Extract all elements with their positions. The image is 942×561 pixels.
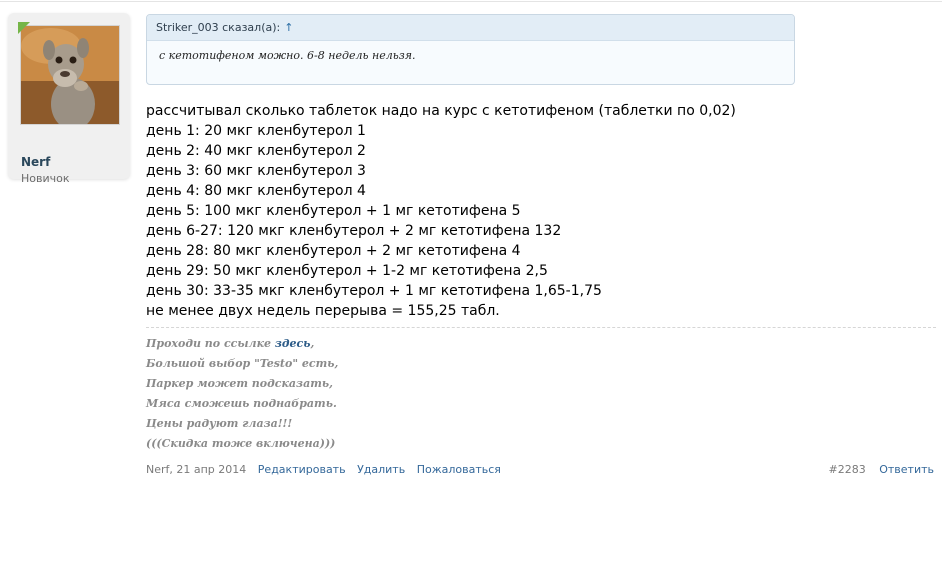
quote-block: Striker_003 сказал(а): ↑ с кетотифеном мо… xyxy=(146,14,795,85)
message-line: день 5: 100 мкг кленбутерол + 1 мг кетот… xyxy=(146,203,521,219)
message-line: не менее двух недель перерыва = 155,25 т… xyxy=(146,303,500,319)
signature-line: Проходи по ссылке здесь, xyxy=(146,334,338,354)
signature-text: Проходи по ссылке xyxy=(146,337,275,350)
quote-text: с кетотифеном можно. 6-8 недель нельзя. xyxy=(159,49,416,62)
delete-link[interactable]: Удалить xyxy=(357,463,405,476)
quote-header: Striker_003 сказал(а): ↑ xyxy=(147,15,794,41)
signature-divider xyxy=(146,327,936,328)
signature-text: , xyxy=(310,337,315,350)
signature-link[interactable]: здесь xyxy=(275,337,311,350)
footer-right: #2283 Ответить xyxy=(819,463,934,476)
message-line: день 6-27: 120 мкг кленбутерол + 2 мг ке… xyxy=(146,223,562,239)
signature-line: Большой выбор "Testo" есть, xyxy=(146,357,339,370)
reply-link[interactable]: Ответить xyxy=(879,463,934,476)
avatar-image xyxy=(21,26,119,124)
avatar[interactable] xyxy=(20,25,120,125)
signature-line: Мяса сможешь поднабрать. xyxy=(146,397,337,410)
report-link[interactable]: Пожаловаться xyxy=(417,463,501,476)
user-card: Nerf Новичок xyxy=(8,13,130,185)
message-line: день 28: 80 мкг кленбутерол + 2 мг кетот… xyxy=(146,243,521,259)
message-line: день 2: 40 мкг кленбутерол 2 xyxy=(146,143,366,159)
online-indicator xyxy=(18,22,30,34)
message-line: день 4: 80 мкг кленбутерол 4 xyxy=(146,183,366,199)
signature-line: Паркер может подсказать, xyxy=(146,377,333,390)
quote-jump-arrow-icon[interactable]: ↑ xyxy=(284,21,293,34)
post-number-link[interactable]: #2283 xyxy=(829,463,866,476)
signature-line: (((Скидка тоже включена))) xyxy=(146,437,336,450)
signature: Проходи по ссылке здесь, Большой выбор "… xyxy=(146,334,338,454)
user-title: Новичок xyxy=(21,172,70,185)
post-footer: Nerf, 21 апр 2014 Редактировать Удалить … xyxy=(146,463,934,476)
message-body: рассчитывал сколько таблеток надо на кур… xyxy=(146,101,736,321)
quote-author: Striker_003 сказал(а): xyxy=(156,21,281,34)
username-link[interactable]: Nerf xyxy=(21,155,50,169)
message-line: день 29: 50 мкг кленбутерол + 1-2 мг кет… xyxy=(146,263,548,279)
message-line: рассчитывал сколько таблеток надо на кур… xyxy=(146,103,736,119)
signature-line: Цены радуют глаза!!! xyxy=(146,417,293,430)
edit-link[interactable]: Редактировать xyxy=(258,463,346,476)
post-author-date[interactable]: Nerf, 21 апр 2014 xyxy=(146,463,246,476)
message-line: день 1: 20 мкг кленбутерол 1 xyxy=(146,123,366,139)
message-line: день 3: 60 мкг кленбутерол 3 xyxy=(146,163,366,179)
top-divider xyxy=(0,1,942,2)
message-line: день 30: 33-35 мкг кленбутерол + 1 мг ке… xyxy=(146,283,602,299)
